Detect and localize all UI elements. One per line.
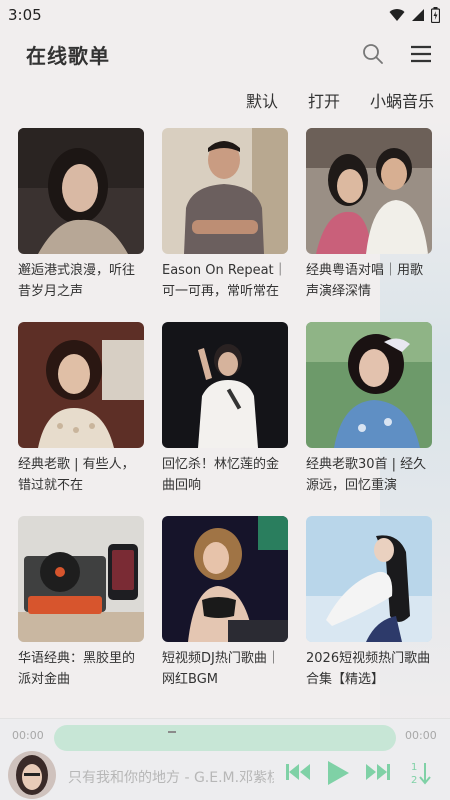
- next-button[interactable]: [364, 759, 392, 785]
- filter-row: 默认 打开 小蜗音乐: [246, 88, 434, 114]
- playlist-cover: [306, 128, 432, 254]
- playlist-cover: [162, 128, 288, 254]
- menu-icon: [411, 45, 431, 63]
- duration-time: 00:00: [405, 729, 437, 742]
- playlist-title: 华语经典：黑胶里的派对金曲: [18, 651, 136, 687]
- playlist-cover: [18, 128, 144, 254]
- playlist-grid: 邂逅港式浪漫，听往昔岁月之声 Eason On Repeat｜可一可再，常听常在: [18, 128, 434, 690]
- filter-default[interactable]: 默认: [246, 88, 278, 114]
- playlist-card[interactable]: 经典老歌30首 | 经久源远，回忆重演: [306, 322, 432, 496]
- playlist-cover: [162, 322, 288, 448]
- playlist-cover: [18, 516, 144, 642]
- skip-previous-icon: [286, 764, 310, 780]
- previous-button[interactable]: [284, 759, 312, 785]
- skip-next-icon: [366, 764, 390, 780]
- playlist-title: 经典老歌 | 有些人，错过就不在: [18, 457, 135, 493]
- playlist-title: 回忆杀！林忆莲的金曲回响: [162, 457, 280, 493]
- mini-player: 00:00 00:00 只有我和你的地方 - G.E.M.邓紫棋 1 2: [0, 718, 450, 800]
- signal-icon: [412, 9, 424, 21]
- filter-open[interactable]: 打开: [308, 88, 340, 114]
- svg-text:1: 1: [411, 762, 417, 773]
- elapsed-time: 00:00: [12, 729, 44, 742]
- album-art[interactable]: [8, 751, 56, 799]
- playlist-cover: [306, 322, 432, 448]
- playlist-cover: [306, 516, 432, 642]
- playlist-title: 经典老歌30首 | 经久源远，回忆重演: [306, 457, 427, 493]
- playlist-title: Eason On Repeat｜可一可再，常听常在: [162, 263, 287, 299]
- play-button[interactable]: [324, 759, 352, 787]
- search-button[interactable]: [360, 41, 386, 67]
- progress-handle[interactable]: [168, 731, 176, 733]
- filter-source[interactable]: 小蜗音乐: [370, 88, 434, 114]
- playlist-title: 邂逅港式浪漫，听往昔岁月之声: [18, 263, 136, 299]
- playlist-card[interactable]: Eason On Repeat｜可一可再，常听常在: [162, 128, 288, 302]
- header: 在线歌单: [0, 34, 450, 74]
- now-playing-title[interactable]: 只有我和你的地方 - G.E.M.邓紫棋: [68, 767, 274, 787]
- playlist-title: 短视频DJ热门歌曲｜网红BGM: [162, 651, 280, 687]
- status-icons: [389, 7, 440, 23]
- playlist-title: 经典粤语对唱｜用歌声演绎深情: [306, 263, 424, 299]
- playlist-card[interactable]: 回忆杀！林忆莲的金曲回响: [162, 322, 288, 496]
- playlist-cover: [18, 322, 144, 448]
- svg-text:2: 2: [411, 775, 417, 786]
- progress-slider[interactable]: [54, 725, 396, 751]
- status-time: 3:05: [8, 6, 42, 24]
- playlist-card[interactable]: 经典粤语对唱｜用歌声演绎深情: [306, 128, 432, 302]
- status-bar: 3:05: [0, 0, 450, 30]
- search-icon: [363, 44, 383, 64]
- playlist-card[interactable]: 2026短视频热门歌曲合集【精选】: [306, 516, 432, 690]
- wifi-icon: [389, 9, 405, 21]
- playlist-card[interactable]: 邂逅港式浪漫，听往昔岁月之声: [18, 128, 144, 302]
- playlist-card[interactable]: 华语经典：黑胶里的派对金曲: [18, 516, 144, 690]
- playlist-card[interactable]: 短视频DJ热门歌曲｜网红BGM: [162, 516, 288, 690]
- play-icon: [328, 761, 349, 785]
- menu-button[interactable]: [408, 41, 434, 67]
- playlist-card[interactable]: 经典老歌 | 有些人，错过就不在: [18, 322, 144, 496]
- sequential-order-icon: 1 2: [411, 762, 431, 786]
- page-title: 在线歌单: [26, 43, 110, 68]
- playlist-cover: [162, 516, 288, 642]
- playlist-title: 2026短视频热门歌曲合集【精选】: [306, 651, 431, 687]
- battery-icon: [431, 7, 440, 23]
- play-mode-button[interactable]: 1 2: [408, 759, 434, 787]
